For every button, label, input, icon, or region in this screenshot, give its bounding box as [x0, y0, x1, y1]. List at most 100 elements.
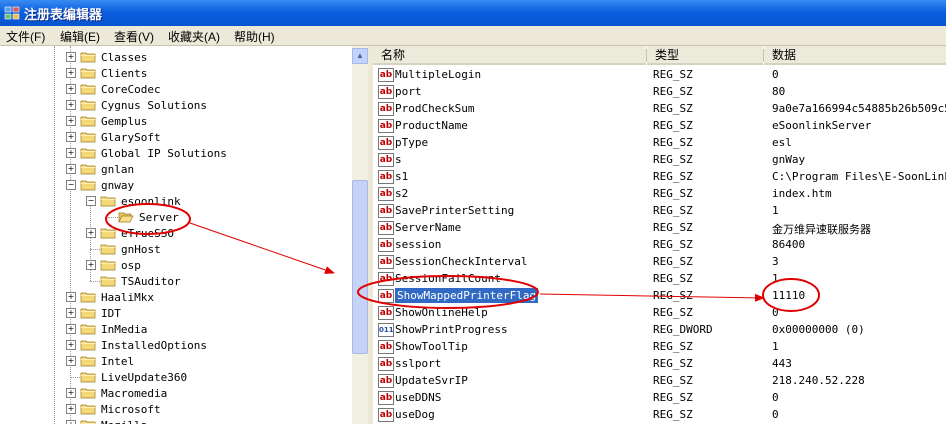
tree-item[interactable]: LiveUpdate360 — [0, 369, 350, 385]
value-row[interactable]: ab SessionCheckInterval REG_SZ 3 — [373, 254, 946, 271]
expand-plus-icon[interactable]: + — [66, 292, 76, 302]
value-list[interactable]: 名称 类型 数据 ab MultipleLogin REG_SZ 0 ab port REG… — [373, 46, 946, 424]
value-row[interactable]: ab UpdateSvrIP REG_SZ 218.240.52.228 — [373, 373, 946, 390]
tree-item[interactable]: + InstalledOptions — [0, 337, 350, 353]
string-value-icon: ab — [378, 289, 394, 303]
tree-item[interactable]: + eTrueSSO — [0, 225, 350, 241]
expand-plus-icon[interactable]: + — [66, 324, 76, 334]
string-value-icon: ab — [378, 102, 394, 116]
tree-item[interactable]: + Intel — [0, 353, 350, 369]
tree-item-label: osp — [121, 259, 141, 272]
tree-item[interactable]: + Macromedia — [0, 385, 350, 401]
value-row[interactable]: ab ProdCheckSum REG_SZ 9a0e7a166994c54885b2… — [373, 101, 946, 118]
column-header-data[interactable]: 数据 — [764, 46, 946, 65]
tree-item[interactable]: − esoonlink — [0, 193, 350, 209]
value-row[interactable]: ab SessionFailCount REG_SZ 1 — [373, 271, 946, 288]
key-tree[interactable]: + Classes + Clients + CoreCodec + Cygnus Soluti… — [0, 46, 369, 424]
expand-plus-icon[interactable]: + — [66, 388, 76, 398]
expand-plus-icon[interactable]: + — [66, 164, 76, 174]
tree-item[interactable]: + Clients — [0, 65, 350, 81]
value-row[interactable]: ab s REG_SZ gnWay — [373, 152, 946, 169]
value-row[interactable]: ab ServerName REG_SZ 金万维异速联服务器 — [373, 220, 946, 237]
value-row[interactable]: ab MultipleLogin REG_SZ 0 — [373, 67, 946, 84]
tree-item[interactable]: + Cygnus Solutions — [0, 97, 350, 113]
expand-plus-icon[interactable]: + — [66, 420, 76, 424]
scroll-up-icon[interactable]: ▲ — [352, 48, 368, 64]
column-header-type[interactable]: 类型 — [647, 46, 763, 65]
value-row[interactable]: ab sslport REG_SZ 443 — [373, 356, 946, 373]
tree-item[interactable]: + Gemplus — [0, 113, 350, 129]
expand-plus-icon[interactable]: + — [66, 404, 76, 414]
value-row[interactable]: ab ShowToolTip REG_SZ 1 — [373, 339, 946, 356]
expand-plus-icon[interactable]: + — [66, 116, 76, 126]
value-data: 86400 — [772, 238, 806, 251]
value-data: 443 — [772, 357, 792, 370]
string-value-icon: ab — [378, 170, 394, 184]
collapse-minus-icon[interactable]: − — [86, 196, 96, 206]
value-type: REG_SZ — [653, 255, 693, 268]
value-type: REG_SZ — [653, 374, 693, 387]
tree-item[interactable]: + HaaliMkx — [0, 289, 350, 305]
scroll-thumb[interactable] — [352, 180, 368, 354]
value-row[interactable]: ab useDog REG_SZ 0 — [373, 407, 946, 424]
tree-item[interactable]: TSAuditor — [0, 273, 350, 289]
expand-plus-icon[interactable]: + — [86, 260, 96, 270]
tree-item[interactable]: + Classes — [0, 49, 350, 65]
value-type: REG_DWORD — [653, 323, 713, 336]
value-row[interactable]: ab port REG_SZ 80 — [373, 84, 946, 101]
value-name: ProdCheckSum — [395, 102, 475, 115]
tree-item[interactable]: + CoreCodec — [0, 81, 350, 97]
expand-plus-icon[interactable]: + — [86, 228, 96, 238]
menu-file[interactable]: 文件(F) — [6, 28, 45, 45]
window-title: 注册表编辑器 — [24, 7, 103, 22]
tree-item[interactable]: + GlarySoft — [0, 129, 350, 145]
expand-plus-icon[interactable]: + — [66, 84, 76, 94]
folder-icon — [80, 372, 96, 383]
string-value-icon: ab — [378, 136, 394, 150]
expand-plus-icon[interactable]: + — [66, 148, 76, 158]
value-row[interactable]: ab s1 REG_SZ C:\Program Files\E-SoonLink S — [373, 169, 946, 186]
value-row[interactable]: ab pType REG_SZ esl — [373, 135, 946, 152]
value-data: gnWay — [772, 153, 806, 166]
tree-item[interactable]: + osp — [0, 257, 350, 273]
column-header-name[interactable]: 名称 — [373, 46, 646, 65]
folder-icon — [80, 324, 96, 335]
tree-item-label: TSAuditor — [121, 275, 181, 288]
tree-item-label: IDT — [101, 307, 121, 320]
tree-item-label: Microsoft — [101, 403, 161, 416]
expand-plus-icon[interactable]: + — [66, 340, 76, 350]
value-row[interactable]: ab useDDNS REG_SZ 0 — [373, 390, 946, 407]
tree-guide-line — [70, 377, 80, 378]
folder-icon — [80, 308, 96, 319]
tree-item[interactable]: + IDT — [0, 305, 350, 321]
expand-plus-icon[interactable]: + — [66, 132, 76, 142]
tree-item[interactable]: Server — [0, 209, 350, 225]
menu-help[interactable]: 帮助(H) — [234, 28, 275, 45]
tree-item[interactable]: + Global IP Solutions — [0, 145, 350, 161]
expand-plus-icon[interactable]: + — [66, 100, 76, 110]
tree-scrollbar[interactable]: ▲ — [351, 46, 369, 424]
expand-plus-icon[interactable]: + — [66, 308, 76, 318]
tree-item[interactable]: + Microsoft — [0, 401, 350, 417]
tree-item[interactable]: + InMedia — [0, 321, 350, 337]
expand-plus-icon[interactable]: + — [66, 356, 76, 366]
tree-item[interactable]: − gnway — [0, 177, 350, 193]
value-row[interactable]: ab s2 REG_SZ index.htm — [373, 186, 946, 203]
value-name: useDog — [395, 408, 435, 421]
expand-plus-icon[interactable]: + — [66, 52, 76, 62]
tree-item[interactable]: + gnlan — [0, 161, 350, 177]
value-row[interactable]: ab ProductName REG_SZ eSoonlinkServer — [373, 118, 946, 135]
value-row[interactable]: 011 ShowPrintProgress REG_DWORD 0x00000000 … — [373, 322, 946, 339]
expand-plus-icon[interactable]: + — [66, 68, 76, 78]
menu-favorites[interactable]: 收藏夹(A) — [168, 28, 220, 45]
collapse-minus-icon[interactable]: − — [66, 180, 76, 190]
tree-item[interactable]: gnHost — [0, 241, 350, 257]
value-row[interactable]: ab ShowMappedPrinterFlag REG_SZ 11110 — [373, 288, 946, 305]
tree-item[interactable]: + Mozilla — [0, 417, 350, 424]
value-row[interactable]: ab session REG_SZ 86400 — [373, 237, 946, 254]
menu-edit[interactable]: 编辑(E) — [60, 28, 100, 45]
value-row[interactable]: ab ShowOnlineHelp REG_SZ 0 — [373, 305, 946, 322]
string-value-icon: ab — [378, 272, 394, 286]
menu-view[interactable]: 查看(V) — [114, 28, 154, 45]
value-row[interactable]: ab SavePrinterSetting REG_SZ 1 — [373, 203, 946, 220]
